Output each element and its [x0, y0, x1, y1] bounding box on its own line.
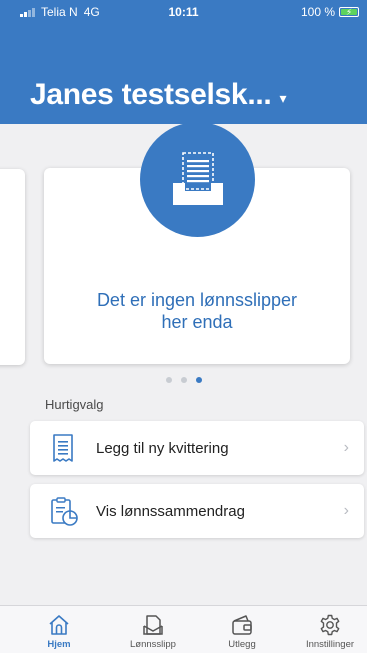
add-receipt-row[interactable]: Legg til ny kvittering ›: [30, 421, 364, 475]
quick-choices-title: Hurtigvalg: [45, 397, 104, 412]
receipt-icon: [53, 434, 73, 462]
tab-settings-label: Innstillinger: [305, 639, 355, 650]
battery-info: 100 % ⚡: [301, 5, 359, 19]
tab-home[interactable]: Hjem: [19, 606, 99, 653]
battery-icon: ⚡: [339, 7, 359, 17]
company-selector[interactable]: Janes testselsk... ▾: [30, 78, 286, 112]
tab-payslip-label: Lønnsslipp: [130, 639, 176, 650]
tab-bar: Hjem Lønnsslipp Utlegg Innstillinger: [0, 605, 367, 653]
status-bar: Telia N 4G 10:11 100 % ⚡: [0, 0, 367, 22]
previous-card[interactable]: [0, 169, 25, 365]
chevron-right-icon: ›: [343, 502, 349, 519]
payslip-icon: [143, 615, 163, 635]
page-dot-3[interactable]: [195, 377, 202, 383]
tab-home-label: Hjem: [47, 639, 71, 650]
company-name: Janes testselsk...: [30, 78, 272, 111]
payroll-summary-row[interactable]: Vis lønnssammendrag ›: [30, 484, 364, 538]
battery-percent: 100 %: [300, 5, 335, 19]
home-icon: [49, 615, 69, 635]
wallet-icon: [232, 615, 252, 635]
tab-payslip[interactable]: Lønnsslipp: [113, 606, 193, 653]
tab-settings[interactable]: Innstillinger: [290, 606, 367, 653]
caret-down-icon: ▾: [279, 89, 287, 106]
page-dot-2[interactable]: [180, 377, 187, 383]
tab-expenses[interactable]: Utlegg: [202, 606, 282, 653]
app-header: Telia N 4G 10:11 100 % ⚡ Janes testselsk…: [0, 0, 367, 124]
tab-expenses-label: Utlegg: [228, 639, 256, 650]
empty-payslips-message: Det er ingen lønnsslipper her enda: [96, 290, 298, 332]
chevron-right-icon: ›: [343, 439, 349, 456]
page-dot-1[interactable]: [165, 377, 172, 383]
carousel-pagination[interactable]: [0, 377, 367, 383]
payroll-summary-label: Vis lønnssammendrag: [96, 502, 245, 520]
gear-icon: [320, 614, 340, 636]
payroll-summary-icon: [51, 497, 78, 526]
inbox-icon: [140, 122, 255, 237]
add-receipt-label: Legg til ny kvittering: [96, 439, 229, 457]
